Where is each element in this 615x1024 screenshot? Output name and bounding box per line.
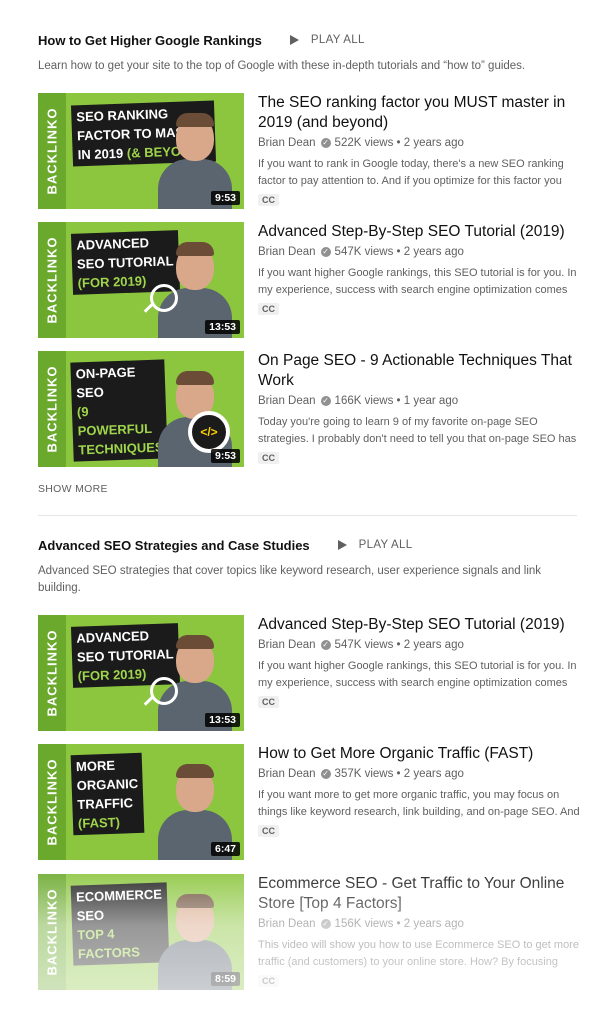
video-duration: 9:53 bbox=[210, 191, 240, 205]
play-icon bbox=[337, 540, 347, 550]
video-info: Advanced Step-By-Step SEO Tutorial (2019… bbox=[258, 222, 583, 317]
video-thumbnail[interactable]: BACKLINKO SEO RANKING FACTOR TO MASTER I… bbox=[38, 93, 244, 209]
video-info: On Page SEO - 9 Actionable Techniques Th… bbox=[258, 351, 583, 466]
cc-badge: CC bbox=[258, 303, 279, 315]
code-magnifier-icon: </> bbox=[188, 411, 230, 453]
video-title[interactable]: Ecommerce SEO - Get Traffic to Your Onli… bbox=[258, 874, 583, 914]
video-duration: 8:59 bbox=[210, 972, 240, 986]
video-duration: 6:47 bbox=[210, 842, 240, 856]
video-info: Ecommerce SEO - Get Traffic to Your Onli… bbox=[258, 874, 583, 989]
brand-strip: BACKLINKO bbox=[38, 744, 66, 860]
video-description: If you want more to get more organic tra… bbox=[258, 789, 580, 818]
video-info: Advanced Step-By-Step SEO Tutorial (2019… bbox=[258, 615, 583, 710]
video-meta: Brian Dean ✓ 547K views • 2 years ago bbox=[258, 246, 583, 258]
video-thumbnail[interactable]: BACKLINKO ADVANCED SEO TUTORIAL (FOR 201… bbox=[38, 615, 244, 731]
video-description: Today you're going to learn 9 of my favo… bbox=[258, 416, 577, 445]
video-meta: Brian Dean ✓ 166K views • 1 year ago bbox=[258, 395, 583, 407]
video-thumbnail[interactable]: BACKLINKO ECOMMERCE SEO TOP 4 FACTORS 8:… bbox=[38, 874, 244, 990]
channel-name[interactable]: Brian Dean bbox=[258, 918, 316, 930]
channel-name[interactable]: Brian Dean bbox=[258, 639, 316, 651]
video-stats: 547K views • 2 years ago bbox=[334, 639, 464, 651]
video-info: The SEO ranking factor you MUST master i… bbox=[258, 93, 583, 208]
play-all-button[interactable]: PLAY ALL bbox=[337, 539, 413, 551]
video-description: If you want higher Google rankings, this… bbox=[258, 660, 577, 689]
magnifier-icon bbox=[150, 677, 178, 705]
brand-strip: BACKLINKO bbox=[38, 874, 66, 990]
section-description: Learn how to get your site to the top of… bbox=[38, 60, 526, 72]
video-duration: 13:53 bbox=[205, 713, 240, 727]
video-description: If you want higher Google rankings, this… bbox=[258, 267, 577, 296]
video-thumbnail[interactable]: BACKLINKO MORE ORGANIC TRAFFIC (FAST) 6:… bbox=[38, 744, 244, 860]
thumbnail-text: ON-PAGE SEO (9 POWERFUL TECHNIQUES) bbox=[70, 359, 168, 462]
brand-strip: BACKLINKO bbox=[38, 351, 66, 467]
cc-badge: CC bbox=[258, 452, 279, 464]
brand-strip: BACKLINKO bbox=[38, 615, 66, 731]
video-title[interactable]: Advanced Step-By-Step SEO Tutorial (2019… bbox=[258, 222, 583, 242]
video-item[interactable]: BACKLINKO ADVANCED SEO TUTORIAL (FOR 201… bbox=[38, 222, 583, 340]
video-item[interactable]: BACKLINKO ADVANCED SEO TUTORIAL (FOR 201… bbox=[38, 615, 583, 733]
video-item[interactable]: BACKLINKO SEO RANKING FACTOR TO MASTER I… bbox=[38, 93, 583, 211]
video-meta: Brian Dean ✓ 357K views • 2 years ago bbox=[258, 768, 583, 780]
verified-check-icon: ✓ bbox=[320, 769, 331, 779]
verified-check-icon: ✓ bbox=[320, 138, 331, 148]
section-header: How to Get Higher Google Rankings PLAY A… bbox=[38, 30, 583, 50]
play-all-button[interactable]: PLAY ALL bbox=[289, 34, 365, 46]
video-duration: 13:53 bbox=[205, 320, 240, 334]
magnifier-icon bbox=[150, 284, 178, 312]
video-stats: 357K views • 2 years ago bbox=[334, 768, 464, 780]
video-title[interactable]: Advanced Step-By-Step SEO Tutorial (2019… bbox=[258, 615, 583, 635]
playlist-section-1: How to Get Higher Google Rankings PLAY A… bbox=[38, 30, 583, 75]
video-thumbnail[interactable]: BACKLINKO ON-PAGE SEO (9 POWERFUL TECHNI… bbox=[38, 351, 244, 467]
video-item[interactable]: BACKLINKO MORE ORGANIC TRAFFIC (FAST) 6:… bbox=[38, 744, 583, 862]
verified-check-icon: ✓ bbox=[320, 919, 331, 929]
section-title[interactable]: How to Get Higher Google Rankings bbox=[38, 33, 262, 48]
brand-strip: BACKLINKO bbox=[38, 222, 66, 338]
section-header: Advanced SEO Strategies and Case Studies… bbox=[38, 535, 583, 555]
channel-name[interactable]: Brian Dean bbox=[258, 137, 316, 149]
video-stats: 522K views • 2 years ago bbox=[334, 137, 464, 149]
video-title[interactable]: How to Get More Organic Traffic (FAST) bbox=[258, 744, 583, 764]
thumbnail-text: ECOMMERCE SEO TOP 4 FACTORS bbox=[70, 882, 170, 966]
channel-name[interactable]: Brian Dean bbox=[258, 246, 316, 258]
cc-badge: CC bbox=[258, 696, 279, 708]
show-more-button[interactable]: SHOW MORE bbox=[38, 483, 108, 495]
video-duration: 9:53 bbox=[210, 449, 240, 463]
verified-check-icon: ✓ bbox=[320, 396, 331, 406]
channel-name[interactable]: Brian Dean bbox=[258, 395, 316, 407]
video-meta: Brian Dean ✓ 547K views • 2 years ago bbox=[258, 639, 583, 651]
verified-check-icon: ✓ bbox=[320, 640, 331, 650]
video-thumbnail[interactable]: BACKLINKO ADVANCED SEO TUTORIAL (FOR 201… bbox=[38, 222, 244, 338]
brand-strip: BACKLINKO bbox=[38, 93, 66, 209]
thumbnail-text: MORE ORGANIC TRAFFIC (FAST) bbox=[70, 752, 145, 836]
playlist-section-2: Advanced SEO Strategies and Case Studies… bbox=[38, 535, 583, 597]
verified-check-icon: ✓ bbox=[320, 247, 331, 257]
video-stats: 166K views • 1 year ago bbox=[334, 395, 459, 407]
video-meta: Brian Dean ✓ 522K views • 2 years ago bbox=[258, 137, 583, 149]
video-item[interactable]: BACKLINKO ECOMMERCE SEO TOP 4 FACTORS 8:… bbox=[38, 874, 583, 992]
cc-badge: CC bbox=[258, 825, 279, 837]
video-info: How to Get More Organic Traffic (FAST) B… bbox=[258, 744, 583, 839]
video-meta: Brian Dean ✓ 156K views • 2 years ago bbox=[258, 918, 583, 930]
section-title[interactable]: Advanced SEO Strategies and Case Studies bbox=[38, 538, 310, 553]
channel-name[interactable]: Brian Dean bbox=[258, 768, 316, 780]
video-item[interactable]: BACKLINKO ON-PAGE SEO (9 POWERFUL TECHNI… bbox=[38, 351, 583, 469]
section-divider bbox=[38, 515, 577, 516]
video-stats: 156K views • 2 years ago bbox=[334, 918, 464, 930]
video-title[interactable]: On Page SEO - 9 Actionable Techniques Th… bbox=[258, 351, 583, 391]
play-icon bbox=[289, 35, 299, 45]
video-description: If you want to rank in Google today, the… bbox=[258, 158, 564, 187]
play-all-label: PLAY ALL bbox=[310, 34, 365, 46]
section-description: Advanced SEO strategies that cover topic… bbox=[38, 565, 542, 594]
cc-badge: CC bbox=[258, 194, 279, 206]
video-stats: 547K views • 2 years ago bbox=[334, 246, 464, 258]
cc-badge: CC bbox=[258, 975, 279, 987]
play-all-label: PLAY ALL bbox=[358, 539, 413, 551]
video-description: This video will show you how to use Ecom… bbox=[258, 939, 579, 968]
video-title[interactable]: The SEO ranking factor you MUST master i… bbox=[258, 93, 583, 133]
